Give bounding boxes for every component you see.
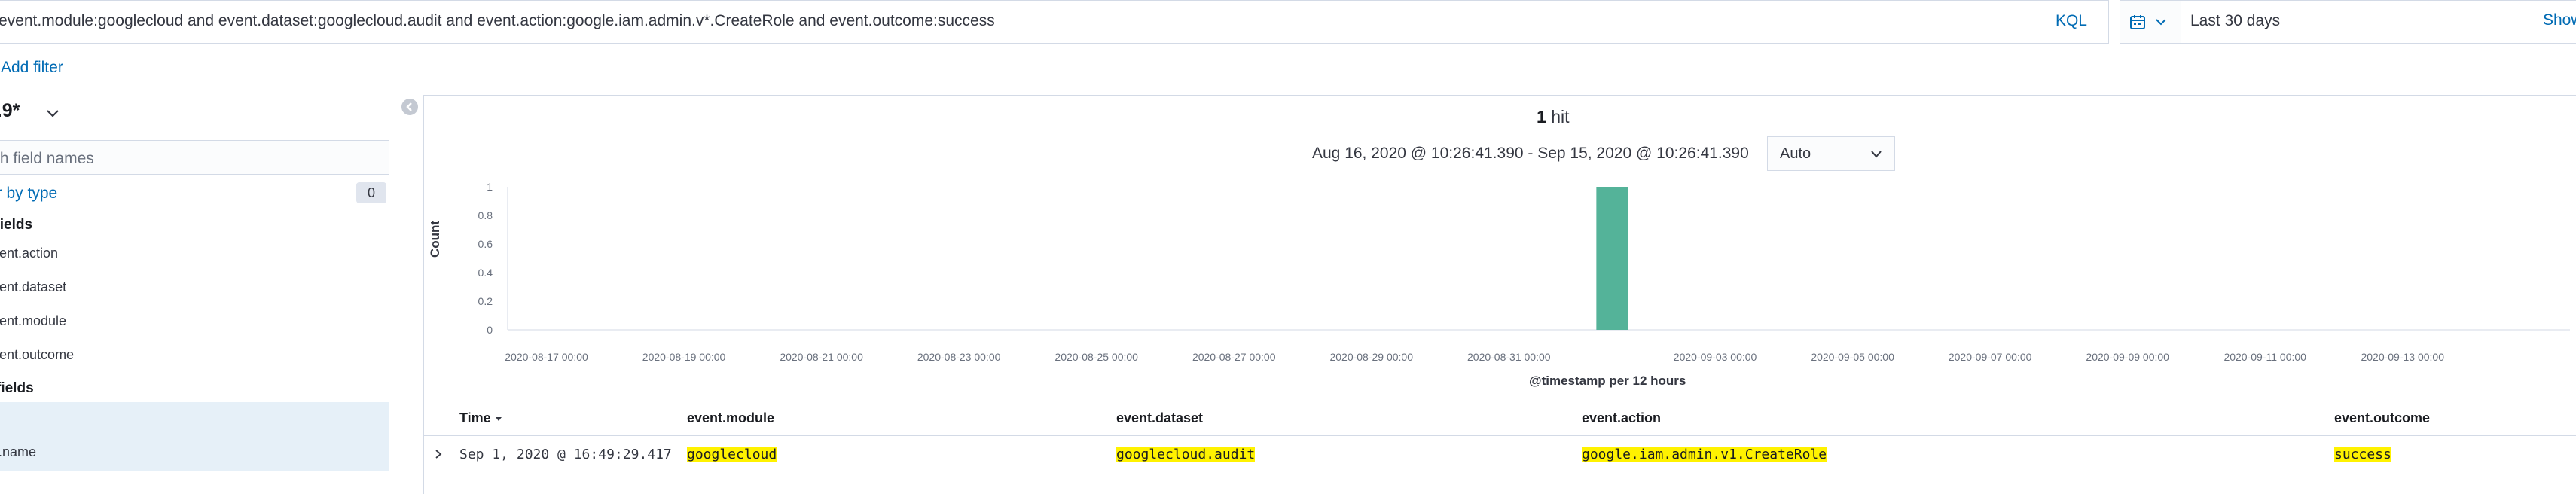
table-cell-outcome: success [2334,447,2391,462]
field-item-event-dataset[interactable]: event.dataset [0,279,66,295]
x-tick-label: 2020-08-31 00:00 [1467,351,1551,363]
table-header-divider [424,435,2576,436]
interval-select[interactable]: Auto [1767,136,1895,171]
filter-by-type-button[interactable]: Filter by type [0,184,57,203]
sort-down-icon [495,417,502,421]
x-tick-label: 2020-09-07 00:00 [1949,351,2032,363]
x-tick-label: 2020-08-27 00:00 [1192,351,1276,363]
time-range-display: Aug 16, 2020 @ 10:26:41.390 - Sep 15, 20… [1312,145,1749,162]
available-fields-heading: Available fields [0,380,34,396]
x-tick-label: 2020-08-25 00:00 [1055,351,1138,363]
y-tick-label: 1 [487,181,493,193]
y-tick-label: 0.8 [478,209,493,221]
x-tick-label: 2020-09-05 00:00 [1811,351,1894,363]
histogram-bar [1596,187,1628,330]
interval-value: Auto [1780,145,1811,162]
y-tick-label: 0 [487,324,493,336]
column-header-event-action[interactable]: event.action [1582,410,1661,426]
x-tick-label: 2020-09-09 00:00 [2086,351,2169,363]
date-picker[interactable]: Last 30 days [2120,0,2576,44]
x-tick-label: 2020-09-13 00:00 [2361,351,2444,363]
time-range-label[interactable]: Last 30 days [2190,12,2280,30]
field-item-event-action[interactable]: event.action [0,245,58,261]
x-tick-label: 2020-08-23 00:00 [917,351,1001,363]
hits-count: 1 hit [1537,107,1569,127]
field-item-event-outcome[interactable]: event.outcome [0,347,74,363]
field-item-available[interactable]: t.name [0,444,36,460]
x-axis-title: @timestamp per 12 hours [1529,374,1686,388]
x-tick-label: 2020-09-11 00:00 [2223,351,2306,363]
x-tick-label: 2020-08-17 00:00 [505,351,588,363]
expand-row-icon[interactable] [433,449,444,459]
chevron-down-icon [1871,151,1882,158]
calendar-icon [2130,15,2145,29]
x-tick-label: 2020-08-29 00:00 [1329,351,1413,363]
column-header-event-outcome[interactable]: event.outcome [2334,410,2430,426]
column-header-time[interactable]: Time [459,410,502,426]
field-search-placeholder: Search field names [0,150,94,167]
collapse-sidebar-button[interactable] [401,99,418,115]
chevron-left-icon [406,102,412,111]
table-cell-dataset: googlecloud.audit [1116,447,1256,462]
filter-count-badge: 0 [356,182,386,203]
hits-number: 1 [1537,107,1546,127]
chevron-down-icon[interactable] [45,106,60,121]
y-tick-label: 0.2 [478,295,493,307]
x-tick-label: 2020-08-21 00:00 [780,351,863,363]
selected-fields-heading: Selected fields [0,217,33,233]
query-input[interactable]: event.module:googlecloud and event.datas… [0,12,995,30]
index-pattern-selector[interactable]: *:filebeat-7.9* [0,100,20,122]
x-tick-label: 2020-09-03 00:00 [1674,351,1757,363]
field-search-input[interactable]: Search field names [0,140,389,175]
kql-language-button[interactable]: KQL [2056,12,2087,30]
x-tick-label: 2020-08-19 00:00 [642,351,726,363]
y-tick-label: 0.6 [478,238,493,250]
chevron-down-icon [2156,19,2166,26]
add-filter-button[interactable]: + Add filter [0,59,63,77]
field-item-event-module[interactable]: event.module [0,313,66,329]
available-field-highlighted[interactable] [0,402,389,471]
histogram-chart: 1 0.8 0.6 0.4 0.2 0 2020-08-17 00:00 2020-08-19… [478,181,2570,363]
column-header-event-module[interactable]: event.module [687,410,774,426]
hits-label: hit [1551,107,1570,127]
show-dates-button[interactable]: Show dates [2543,11,2576,29]
table-cell-time: Sep 1, 2020 @ 16:49:29.417 [459,447,672,462]
y-tick-label: 0.4 [478,267,493,279]
table-cell-module: googlecloud [687,447,777,462]
query-bar[interactable]: event.module:googlecloud and event.datas… [0,0,2109,44]
column-header-event-dataset[interactable]: event.dataset [1116,410,1203,426]
table-cell-action: google.iam.admin.v1.CreateRole [1582,447,1827,462]
calendar-quick-menu-button[interactable] [2120,1,2181,43]
